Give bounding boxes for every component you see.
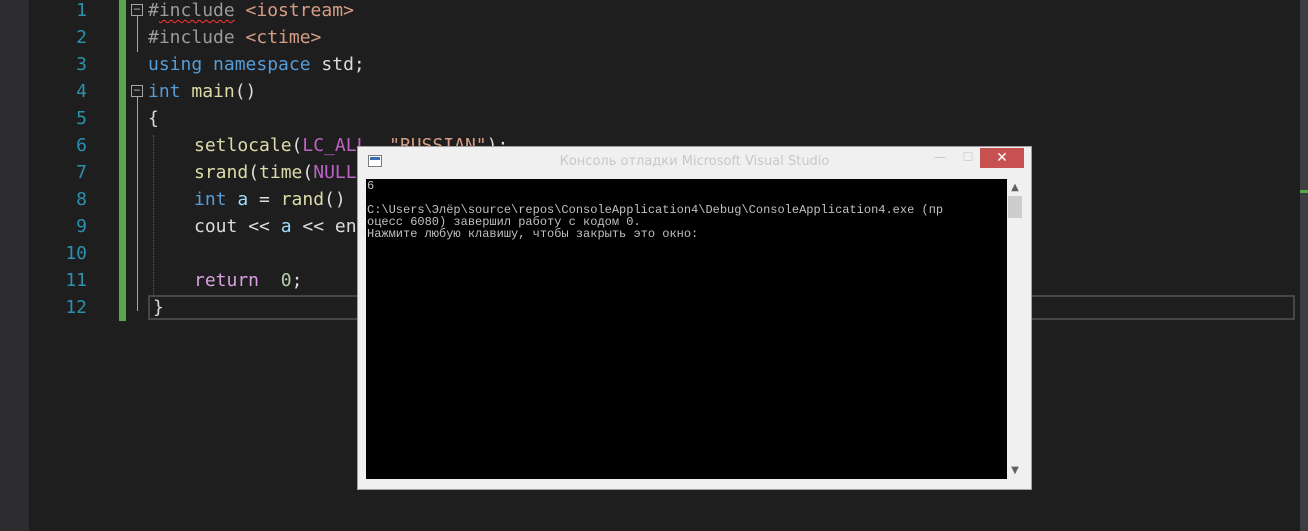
editor-vertical-scrollbar[interactable] [1300, 0, 1308, 531]
line-number: 8 [76, 189, 87, 210]
console-output[interactable]: 6 C:\Users\Элёр\source\repos\ConsoleAppl… [366, 179, 1007, 479]
code-line-1: #include <iostream> [148, 0, 354, 27]
code-text: () [234, 81, 257, 102]
line-number: 9 [76, 216, 87, 237]
function-name: setlocale [194, 135, 292, 156]
variable-name: a [280, 216, 292, 237]
code-line-5: { [148, 108, 159, 129]
code-line-4: int main() [148, 81, 256, 108]
variable-name: a [226, 189, 249, 210]
line-number: 6 [76, 135, 87, 156]
fold-guide-line [137, 16, 138, 52]
line-number: 4 [76, 81, 87, 102]
include-header: <ctime> [234, 27, 322, 48]
line-number: 11 [65, 270, 87, 291]
fold-guide-line [137, 97, 138, 311]
code-text: ; [291, 270, 303, 291]
function-name: main [180, 81, 235, 102]
console-output-line: 6 [367, 179, 375, 193]
code-text: std; [310, 54, 365, 75]
change-tracking-bar [119, 0, 126, 321]
line-number: 2 [76, 27, 87, 48]
line-number: 3 [76, 54, 87, 75]
scrollbar-change-marker [1300, 190, 1308, 193]
line-number: 12 [65, 297, 87, 318]
code-text: << [291, 216, 335, 237]
code-line-12: } [153, 297, 164, 318]
line-number: 10 [65, 243, 87, 264]
scroll-up-icon[interactable]: ▲ [1007, 179, 1023, 196]
function-name: time [259, 162, 303, 183]
macro-name: NULL [313, 162, 357, 183]
console-titlebar[interactable]: Консоль отладки Microsoft Visual Studio … [358, 147, 1031, 179]
code-text: cout [194, 216, 238, 237]
keyword: int [148, 81, 181, 102]
scroll-down-icon[interactable]: ▼ [1007, 462, 1023, 479]
code-text: << [237, 216, 281, 237]
console-output-line: Нажмите любую клавишу, чтобы закрыть это… [367, 227, 699, 241]
line-number: 1 [76, 0, 87, 21]
code-line-3: using namespace std; [148, 54, 365, 81]
close-button[interactable]: ✕ [980, 148, 1024, 168]
scrollbar-thumb[interactable] [1008, 196, 1022, 218]
maximize-button[interactable]: ☐ [958, 148, 978, 168]
fold-minus-icon[interactable]: − [131, 84, 143, 97]
keyword: namespace [202, 54, 311, 75]
function-name: srand [194, 162, 249, 183]
fold-minus-icon[interactable]: − [131, 3, 143, 16]
number-literal: 0 [280, 270, 292, 291]
minimize-button[interactable]: — [930, 148, 950, 168]
keyword: using [148, 54, 203, 75]
editor-left-margin [0, 0, 29, 531]
keyword: return [194, 270, 260, 291]
indent-guide [153, 135, 154, 297]
code-text: ( [302, 162, 314, 183]
console-vertical-scrollbar[interactable]: ▲ ▼ [1007, 179, 1023, 479]
keyword: int [194, 189, 227, 210]
code-text: = [248, 189, 281, 210]
include-header: <iostream> [234, 0, 354, 21]
code-line-2: #include <ctime> [148, 27, 321, 54]
code-text: ( [291, 135, 303, 156]
line-number: 7 [76, 162, 87, 183]
preprocessor-directive: #include [148, 27, 235, 48]
function-name: rand [280, 189, 325, 210]
code-line-11: return 0; [194, 270, 302, 297]
line-number: 5 [76, 108, 87, 129]
code-text: ( [248, 162, 260, 183]
preprocessor-directive: #include [148, 0, 235, 21]
debug-console-window[interactable]: Консоль отладки Microsoft Visual Studio … [357, 146, 1032, 490]
